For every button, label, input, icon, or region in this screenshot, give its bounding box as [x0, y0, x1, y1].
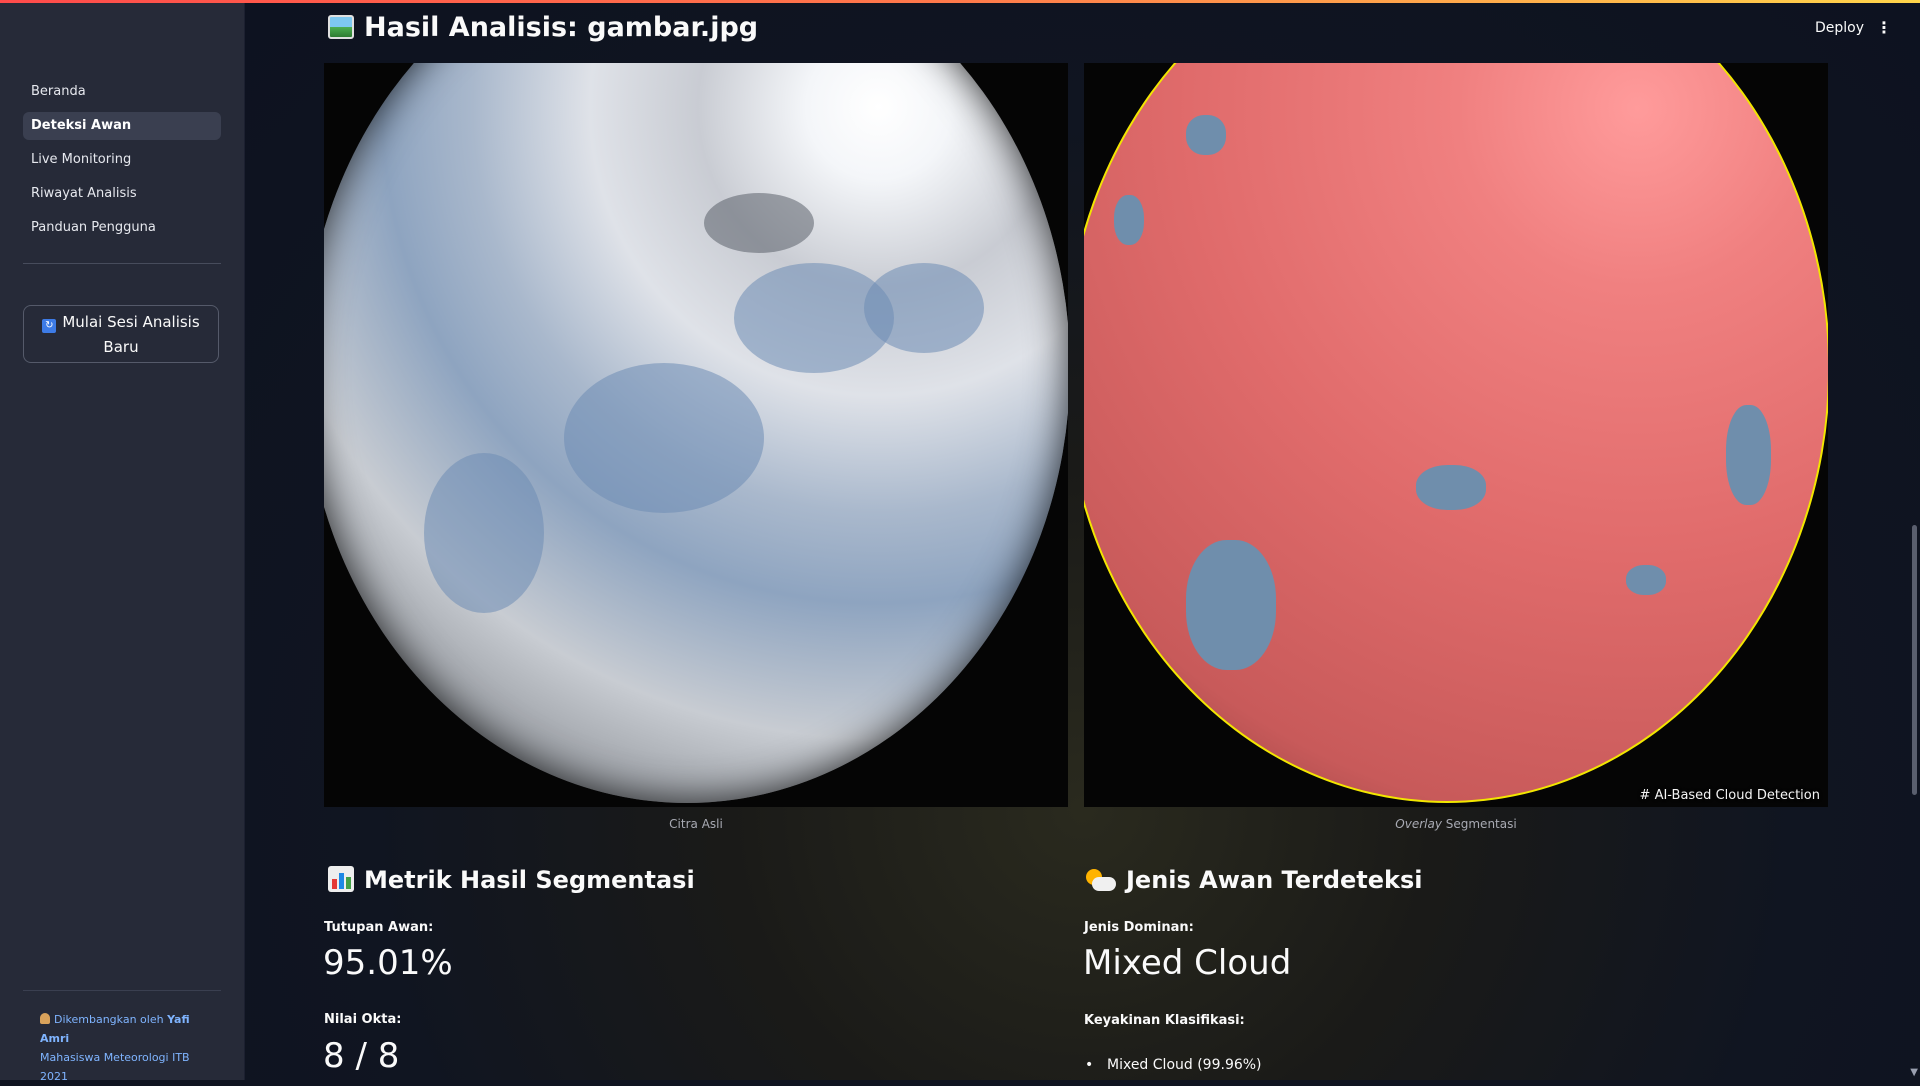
- segmentation-overlay: [1084, 63, 1828, 803]
- top-accent-bar: [0, 0, 1920, 3]
- scroll-down-icon[interactable]: ▼: [1910, 1067, 1918, 1078]
- page-title-text: Hasil Analisis: gambar.jpg: [364, 12, 759, 43]
- cloud-cover-label: Tutupan Awan:: [324, 920, 434, 935]
- cloud-cover-value: 95.01%: [323, 943, 453, 983]
- footer-affiliation: Mahasiswa Meteorologi ITB 2021: [40, 1051, 190, 1083]
- new-session-label: Mulai Sesi Analisis Baru: [62, 313, 200, 356]
- original-image-caption: Citra Asli: [669, 817, 723, 831]
- ai-detection-badge: # AI-Based Cloud Detection: [1639, 788, 1820, 803]
- sidebar: Beranda Deteksi Awan Live Monitoring Riw…: [0, 0, 245, 1083]
- cloud-type-section-title: Jenis Awan Terdeteksi: [1086, 866, 1423, 894]
- scrollbar-thumb[interactable]: [1912, 525, 1917, 795]
- new-session-button[interactable]: ↻ Mulai Sesi Analisis Baru: [23, 305, 219, 363]
- overlay-caption-rest: Segmentasi: [1441, 817, 1517, 831]
- sun-behind-cloud-icon: [1086, 869, 1116, 891]
- refresh-icon: ↻: [42, 319, 57, 333]
- sidebar-item-riwayat-analisis[interactable]: Riwayat Analisis: [23, 180, 221, 208]
- dominant-type-value: Mixed Cloud: [1083, 943, 1292, 983]
- deploy-button[interactable]: Deploy: [1815, 20, 1864, 36]
- footer-prefix: Dikembangkan oleh: [54, 1013, 168, 1026]
- overlay-caption-italic: Overlay: [1395, 817, 1442, 831]
- sidebar-divider: [23, 263, 221, 264]
- original-image: [324, 63, 1068, 807]
- picture-icon: [328, 15, 354, 39]
- sky-photo: [324, 63, 1068, 803]
- page-title: Hasil Analisis: gambar.jpg: [328, 12, 758, 43]
- metrics-title-text: Metrik Hasil Segmentasi: [364, 866, 695, 894]
- sidebar-item-live-monitoring[interactable]: Live Monitoring: [23, 146, 221, 174]
- person-icon: [40, 1013, 50, 1024]
- sidebar-footer: Dikembangkan oleh Yafi Amri Mahasiswa Me…: [40, 1010, 220, 1086]
- confidence-list-item: Mixed Cloud (99.96%): [1085, 1057, 1261, 1073]
- sidebar-nav: Beranda Deteksi Awan Live Monitoring Riw…: [23, 78, 221, 248]
- bar-chart-icon: [328, 866, 354, 892]
- dominant-type-label: Jenis Dominan:: [1084, 920, 1194, 935]
- sidebar-item-beranda[interactable]: Beranda: [23, 78, 221, 106]
- okta-value: 8 / 8: [323, 1036, 400, 1076]
- confidence-label: Keyakinan Klasifikasi:: [1084, 1013, 1245, 1028]
- cloud-type-title-text: Jenis Awan Terdeteksi: [1126, 866, 1423, 894]
- overlay-image: # AI-Based Cloud Detection: [1084, 63, 1828, 807]
- footer-divider: [23, 990, 221, 991]
- sidebar-item-deteksi-awan[interactable]: Deteksi Awan: [23, 112, 221, 140]
- kebab-menu-icon[interactable]: ⋮: [1876, 18, 1892, 37]
- overlay-image-caption: Overlay Segmentasi: [1084, 817, 1828, 831]
- metrics-section-title: Metrik Hasil Segmentasi: [328, 866, 695, 894]
- okta-label: Nilai Okta:: [324, 1012, 402, 1027]
- sidebar-item-panduan-pengguna[interactable]: Panduan Pengguna: [23, 214, 221, 242]
